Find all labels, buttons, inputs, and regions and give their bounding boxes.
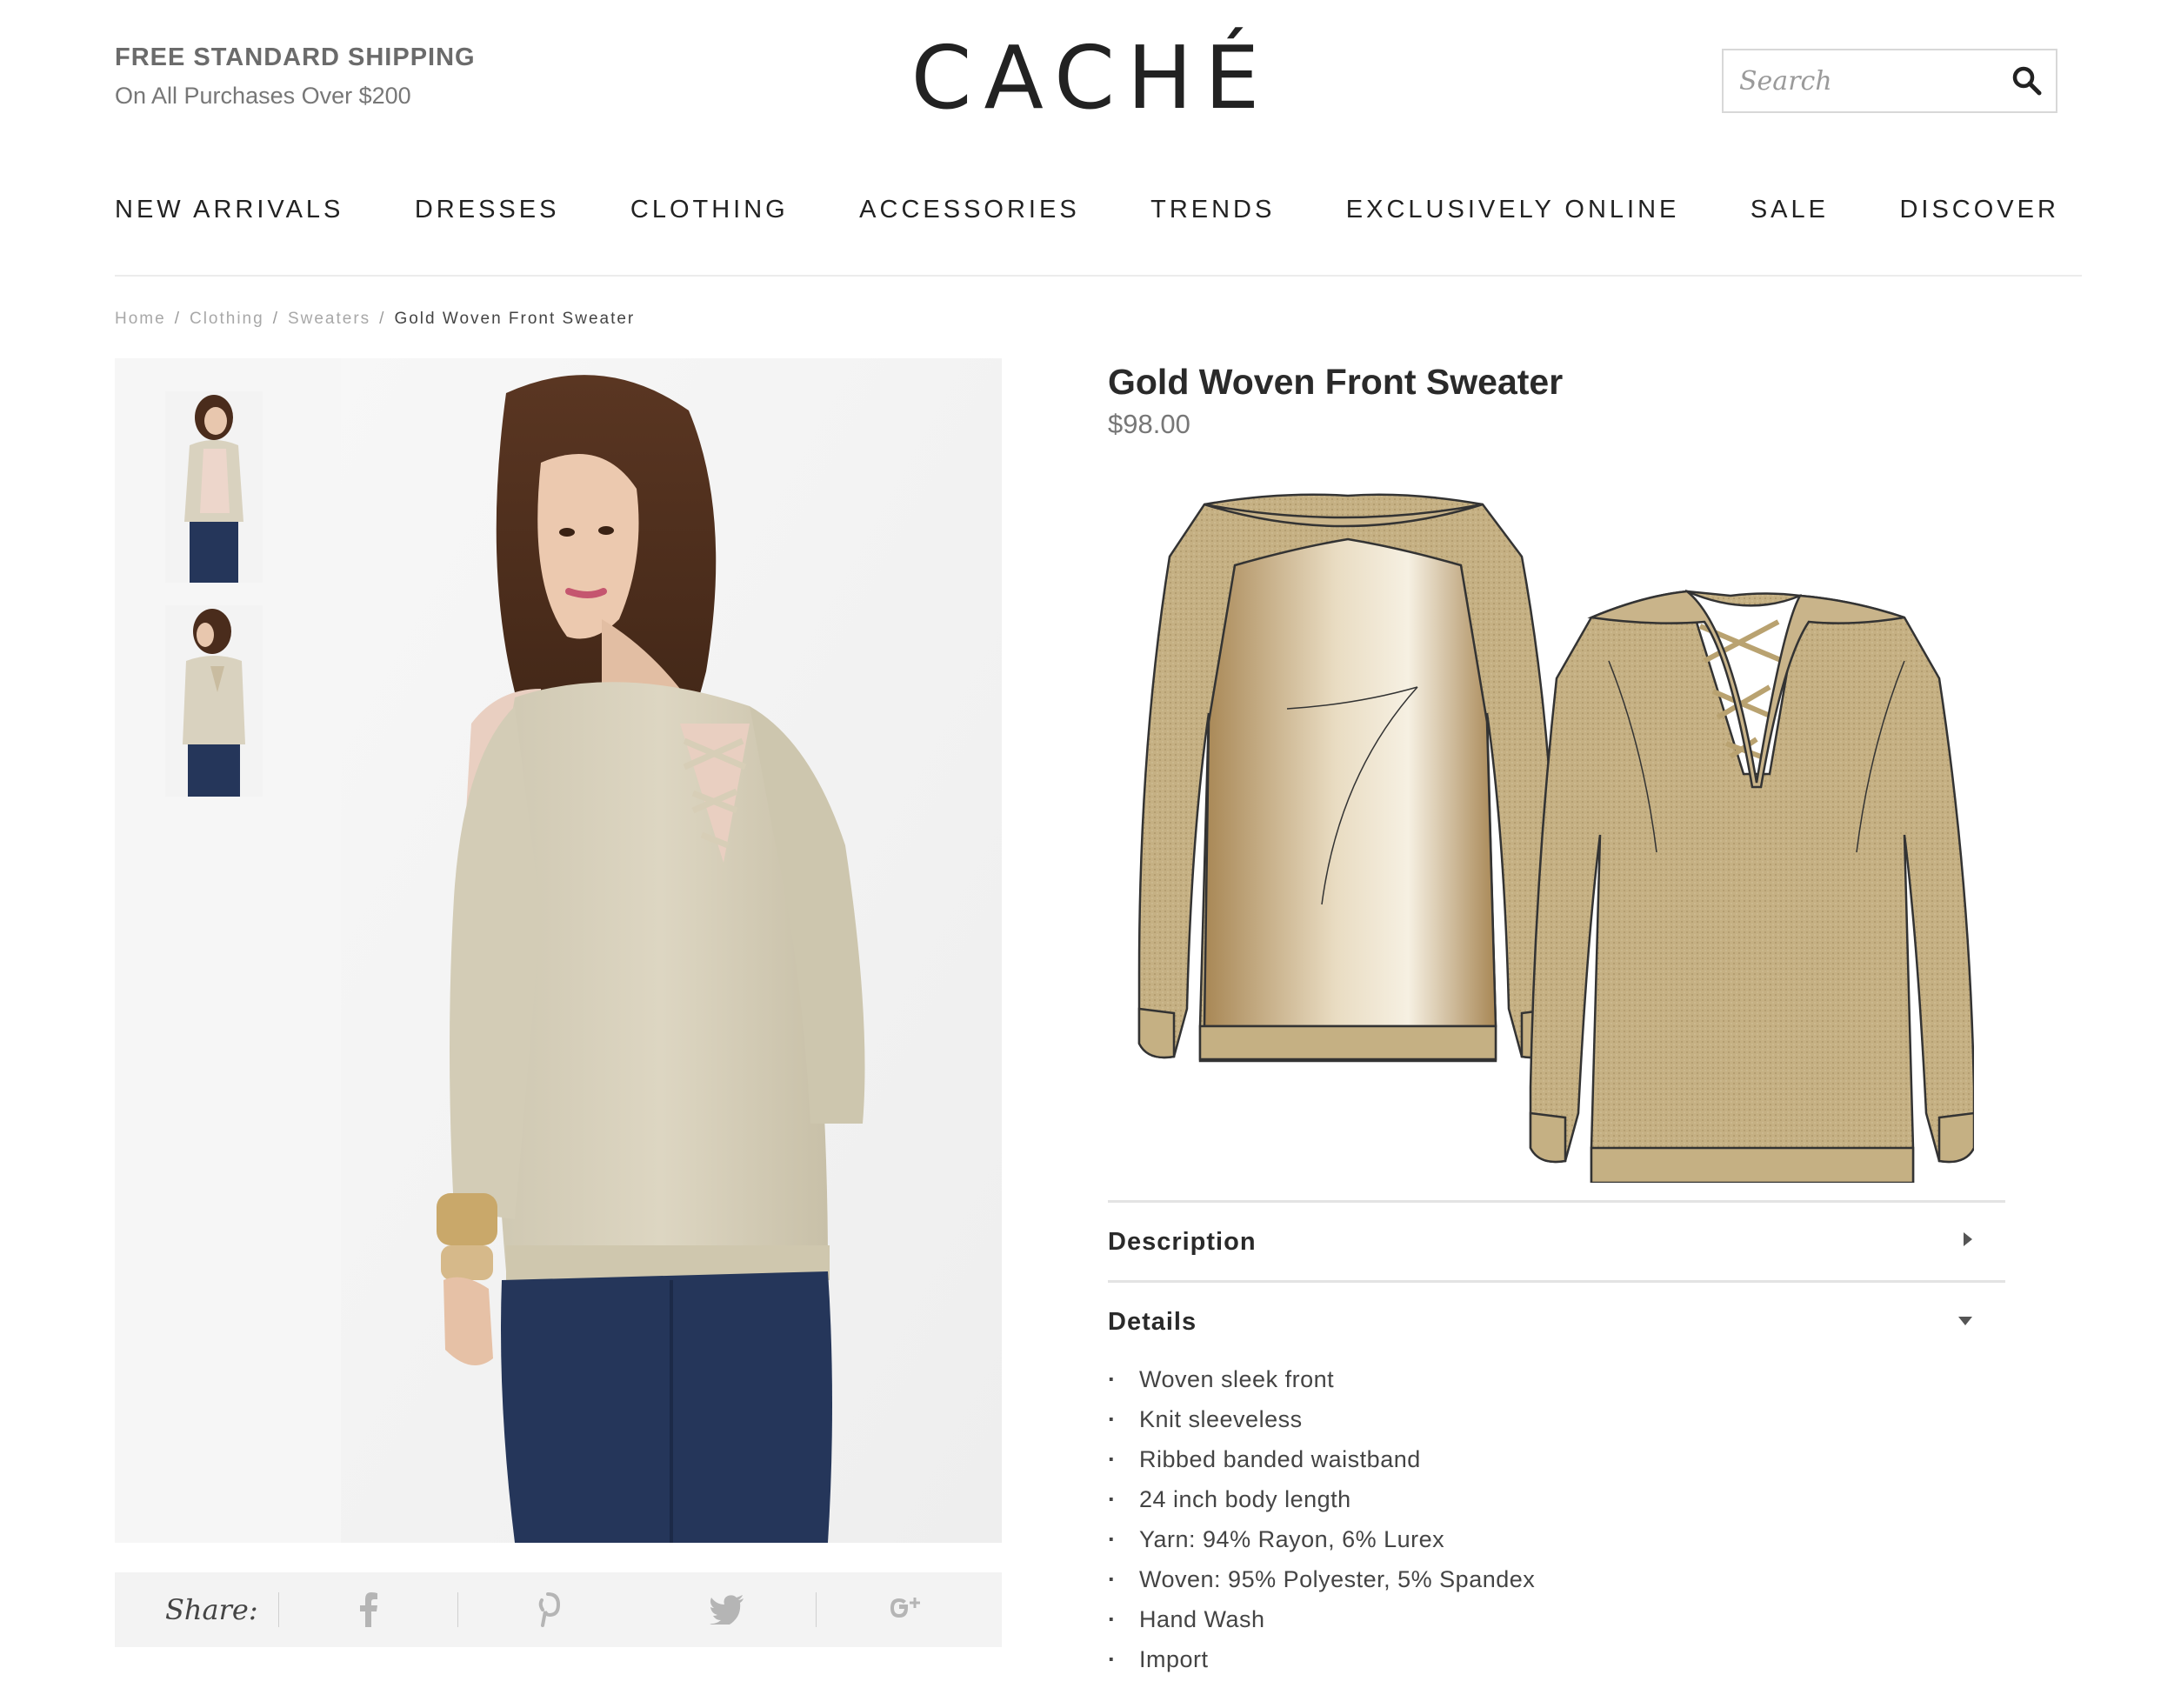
- twitter-icon[interactable]: [637, 1595, 816, 1625]
- search-icon[interactable]: [2005, 59, 2049, 103]
- breadcrumb-separator: /: [379, 310, 386, 328]
- main-product-image[interactable]: [341, 358, 1002, 1543]
- chevron-down-icon: [1957, 1312, 1974, 1332]
- description-title: Description: [1108, 1227, 1257, 1256]
- thumbnail-back[interactable]: [165, 605, 263, 797]
- promo-title: FREE STANDARD SHIPPING: [115, 43, 476, 71]
- list-item: Hand Wash: [1108, 1599, 1535, 1639]
- share-label: Share:: [165, 1593, 258, 1626]
- nav-new-arrivals[interactable]: NEW ARRIVALS: [115, 196, 343, 224]
- breadcrumb: Home / Clothing / Sweaters / Gold Woven …: [115, 310, 635, 329]
- product-gallery: [115, 358, 1002, 1543]
- list-item: Ribbed banded waistband: [1108, 1439, 1535, 1479]
- details-toggle[interactable]: Details: [1108, 1296, 2005, 1348]
- pinterest-icon[interactable]: [458, 1592, 637, 1627]
- list-item: Yarn: 94% Rayon, 6% Lurex: [1108, 1519, 1535, 1559]
- thumbnail-front[interactable]: [165, 391, 263, 583]
- details-list: Woven sleek front Knit sleeveless Ribbed…: [1108, 1359, 1535, 1679]
- list-item: Knit sleeveless: [1108, 1399, 1535, 1439]
- nav-sale[interactable]: SALE: [1751, 196, 1829, 224]
- nav-accessories[interactable]: ACCESSORIES: [859, 196, 1080, 224]
- brand-logo[interactable]: CACHÉ: [887, 35, 1296, 122]
- breadcrumb-separator: /: [272, 310, 279, 328]
- breadcrumb-sweaters[interactable]: Sweaters: [288, 310, 370, 329]
- facebook-icon[interactable]: [279, 1592, 457, 1627]
- accordion-divider: [1108, 1280, 2005, 1283]
- search-input[interactable]: [1739, 55, 2000, 107]
- nav-divider: [115, 275, 2082, 277]
- promo-subtitle: On All Purchases Over $200: [115, 83, 411, 109]
- chevron-right-icon: [1962, 1231, 1974, 1253]
- description-toggle[interactable]: Description: [1108, 1216, 2005, 1268]
- nav-clothing[interactable]: CLOTHING: [630, 196, 789, 224]
- shipping-promo: FREE STANDARD SHIPPING On All Purchases …: [115, 43, 476, 110]
- nav-trends[interactable]: TRENDS: [1150, 196, 1275, 224]
- list-item: Woven sleek front: [1108, 1359, 1535, 1399]
- product-title: Gold Woven Front Sweater: [1108, 362, 1564, 402]
- google-plus-icon[interactable]: [817, 1592, 995, 1627]
- details-title: Details: [1108, 1307, 1197, 1336]
- accordion-divider: [1108, 1200, 2005, 1203]
- search-box: [1722, 49, 2057, 113]
- share-bar: Share:: [115, 1572, 1002, 1647]
- breadcrumb-current: Gold Woven Front Sweater: [394, 310, 636, 328]
- nav-dresses[interactable]: DRESSES: [415, 196, 560, 224]
- nav-discover[interactable]: DISCOVER: [1899, 196, 2058, 224]
- list-item: Woven: 95% Polyester, 5% Spandex: [1108, 1559, 1535, 1599]
- nav-exclusively-online[interactable]: EXCLUSIVELY ONLINE: [1346, 196, 1680, 224]
- list-item: 24 inch body length: [1108, 1479, 1535, 1519]
- product-flat-sketch: [1122, 487, 1976, 1184]
- list-item: Import: [1108, 1639, 1535, 1679]
- breadcrumb-clothing[interactable]: Clothing: [190, 310, 264, 329]
- breadcrumb-separator: /: [174, 310, 181, 328]
- breadcrumb-home[interactable]: Home: [115, 310, 166, 329]
- product-price: $98.00: [1108, 409, 1190, 439]
- main-nav: NEW ARRIVALS DRESSES CLOTHING ACCESSORIE…: [115, 196, 2059, 224]
